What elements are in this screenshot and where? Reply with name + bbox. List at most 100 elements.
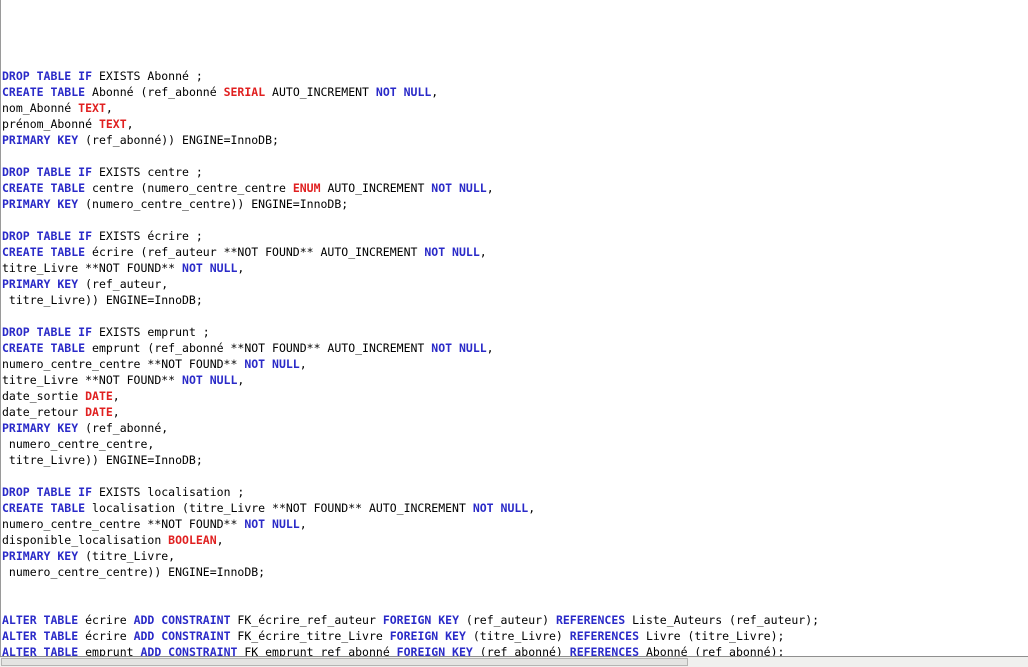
sql-keyword: REFERENCES [569,629,640,643]
sql-identifier: EXISTS Abonné ; [92,69,203,83]
code-line: CREATE TABLE centre (numero_centre_centr… [2,180,1028,196]
sql-identifier: , [112,405,120,419]
sql-identifier: EXISTS emprunt ; [92,325,210,339]
sql-identifier: , [105,101,113,115]
code-line: DROP TABLE IF EXISTS écrire ; [2,228,1028,244]
sql-keyword: NOT NULL [472,501,529,515]
sql-identifier: , [479,245,487,259]
sql-keyword: ADD CONSTRAINT [133,613,231,627]
sql-datatype: TEXT [98,117,127,131]
horizontal-scrollbar[interactable] [0,656,1028,667]
sql-identifier: , [431,85,439,99]
sql-identifier: titre_Livre **NOT FOUND** [2,373,183,387]
sql-keyword: DROP TABLE IF [2,69,93,83]
sql-keyword: NOT NULL [244,357,300,371]
sql-identifier: (ref_abonné, [78,421,169,435]
sql-identifier: numero_centre_centre **NOT FOUND** [2,517,245,531]
sql-keyword: PRIMARY KEY [2,421,79,435]
code-line: disponible_localisation BOOLEAN, [2,532,1028,548]
sql-identifier: date_retour [2,405,86,419]
code-line: DROP TABLE IF EXISTS localisation ; [2,484,1028,500]
sql-identifier: numero_centre_centre **NOT FOUND** [2,357,245,371]
code-line: numero_centre_centre, [2,436,1028,452]
sql-identifier: AUTO_INCREMENT [320,181,432,195]
sql-identifier: FK_écrire_titre_Livre [230,629,390,643]
sql-keyword: ALTER TABLE [2,613,79,627]
code-line: ALTER TABLE écrire ADD CONSTRAINT FK_écr… [2,628,1028,644]
code-line: prénom_Abonné TEXT, [2,116,1028,132]
sql-keyword: CREATE TABLE [2,245,86,259]
sql-datatype: ENUM [292,181,321,195]
gutter-divider [0,0,1,656]
code-line: PRIMARY KEY (numero_centre_centre)) ENGI… [2,196,1028,212]
code-line: DROP TABLE IF EXISTS emprunt ; [2,324,1028,340]
sql-identifier: numero_centre_centre)) ENGINE=InnoDB; [2,565,266,579]
sql-keyword: ALTER TABLE [2,645,79,656]
code-line: nom_Abonné TEXT, [2,100,1028,116]
sql-identifier: (ref_auteur) [459,613,556,627]
code-line: ALTER TABLE emprunt ADD CONSTRAINT FK_em… [2,644,1028,656]
sql-keyword: DROP TABLE IF [2,485,93,499]
sql-keyword: NOT NULL [244,517,300,531]
code-line: CREATE TABLE localisation (titre_Livre *… [2,500,1028,516]
sql-identifier: emprunt [78,645,141,656]
horizontal-scrollbar-thumb[interactable] [1,658,688,666]
sql-identifier: centre (numero_centre_centre [85,181,293,195]
code-line: CREATE TABLE emprunt (ref_abonné **NOT F… [2,340,1028,356]
sql-keyword: CREATE TABLE [2,85,86,99]
code-text-area[interactable]: DROP TABLE IF EXISTS Abonné ; CREATE TABL… [2,11,1028,656]
sql-keyword: NOT NULL [182,261,238,275]
sql-keyword: PRIMARY KEY [2,133,79,147]
sql-identifier: FK_emprunt_ref_abonné [237,645,397,656]
sql-identifier: , [486,341,494,355]
sql-identifier: Liste_Auteurs (ref_auteur); [625,613,820,627]
sql-identifier: localisation (titre_Livre **NOT FOUND** … [85,501,473,515]
sql-keyword: ADD CONSTRAINT [140,645,238,656]
sql-identifier: AUTO_INCREMENT [265,85,376,99]
sql-identifier: écrire [78,613,134,627]
sql-identifier: date_sortie [2,389,86,403]
sql-identifier: (titre_Livre, [78,549,176,563]
sql-identifier: , [486,181,494,195]
sql-identifier: , [216,533,224,547]
sql-identifier: (numero_centre_centre)) ENGINE=InnoDB; [78,197,349,211]
code-line: titre_Livre)) ENGINE=InnoDB; [2,292,1028,308]
sql-identifier: , [237,261,245,275]
sql-identifier: Livre (titre_Livre); [639,629,785,643]
code-line: numero_centre_centre **NOT FOUND** NOT N… [2,516,1028,532]
sql-keyword: ALTER TABLE [2,629,79,643]
sql-datatype: DATE [85,389,113,403]
sql-keyword: ADD CONSTRAINT [133,629,231,643]
sql-identifier: disponible_localisation [2,533,169,547]
sql-keyword: CREATE TABLE [2,501,86,515]
sql-identifier: Abonné (ref_abonné); [639,645,785,656]
sql-keyword: NOT NULL [182,373,238,387]
sql-identifier: , [112,389,120,403]
code-line: titre_Livre **NOT FOUND** NOT NULL, [2,260,1028,276]
sql-keyword: FOREIGN KEY [382,613,459,627]
sql-datatype: BOOLEAN [168,533,217,547]
sql-identifier: emprunt (ref_abonné **NOT FOUND** AUTO_I… [85,341,432,355]
sql-keyword: NOT NULL [431,181,487,195]
sql-keyword: DROP TABLE IF [2,325,93,339]
sql-keyword: PRIMARY KEY [2,197,79,211]
sql-identifier: , [299,517,307,531]
sql-identifier: EXISTS écrire ; [92,229,203,243]
code-line: PRIMARY KEY (ref_abonné, [2,420,1028,436]
sql-identifier: (titre_Livre) [465,629,570,643]
sql-keyword: PRIMARY KEY [2,277,79,291]
sql-identifier: , [237,373,245,387]
sql-keyword: PRIMARY KEY [2,549,79,563]
sql-identifier: (ref_auteur, [78,277,169,291]
sql-identifier: titre_Livre)) ENGINE=InnoDB; [2,453,203,467]
sql-identifier: , [299,357,307,371]
sql-identifier: écrire [78,629,134,643]
sql-identifier: , [126,117,134,131]
sql-keyword: DROP TABLE IF [2,165,93,179]
sql-keyword: FOREIGN KEY [396,645,473,656]
sql-identifier: EXISTS centre ; [92,165,203,179]
code-line: CREATE TABLE Abonné (ref_abonné SERIAL A… [2,84,1028,100]
